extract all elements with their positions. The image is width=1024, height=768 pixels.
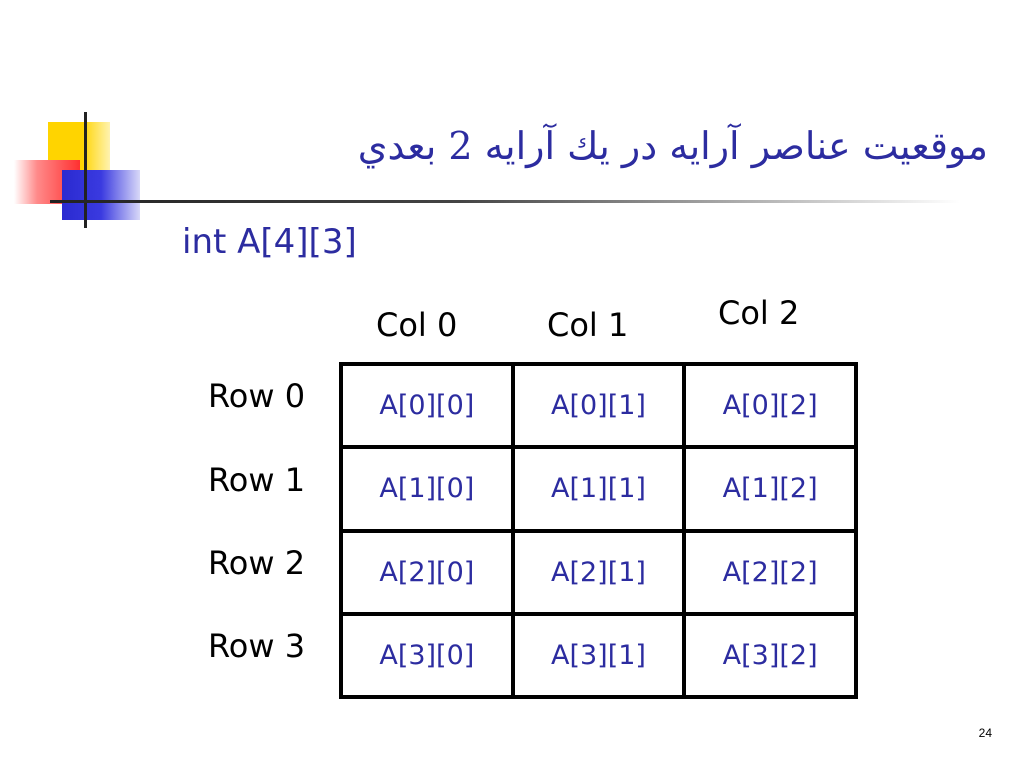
decor-blue-square	[62, 170, 140, 220]
array-cell: A[2][2]	[686, 532, 854, 612]
row-header-0: Row 0	[208, 377, 306, 415]
decor-vertical-line	[84, 112, 87, 228]
title-underline	[50, 200, 960, 203]
array-cell: A[0][1]	[514, 366, 683, 446]
array-cell: A[0][0]	[343, 366, 511, 446]
row-header-1: Row 1	[208, 461, 306, 499]
array-cell: A[3][1]	[514, 615, 683, 695]
array-declaration: int A[4][3]	[182, 222, 357, 262]
slide-title: موقعيت عناصر آرايه در يك آرايه 2 بعدي	[357, 124, 988, 168]
array-cell: A[1][1]	[514, 449, 683, 529]
column-header-2: Col 2	[718, 294, 800, 332]
row-header-3: Row 3	[208, 627, 306, 665]
page-number: 24	[978, 726, 992, 740]
array-cell: A[2][1]	[514, 532, 683, 612]
array-cell: A[2][0]	[343, 532, 511, 612]
array-cell: A[0][2]	[686, 366, 854, 446]
array-cell: A[1][0]	[343, 449, 511, 529]
array-cell: A[3][0]	[343, 615, 511, 695]
array-cell: A[3][2]	[686, 615, 854, 695]
column-header-1: Col 1	[547, 306, 629, 344]
row-header-2: Row 2	[208, 544, 306, 582]
array-grid: A[0][0] A[0][1] A[0][2] A[1][0] A[1][1] …	[339, 362, 858, 699]
column-header-0: Col 0	[376, 306, 458, 344]
array-cell: A[1][2]	[686, 449, 854, 529]
